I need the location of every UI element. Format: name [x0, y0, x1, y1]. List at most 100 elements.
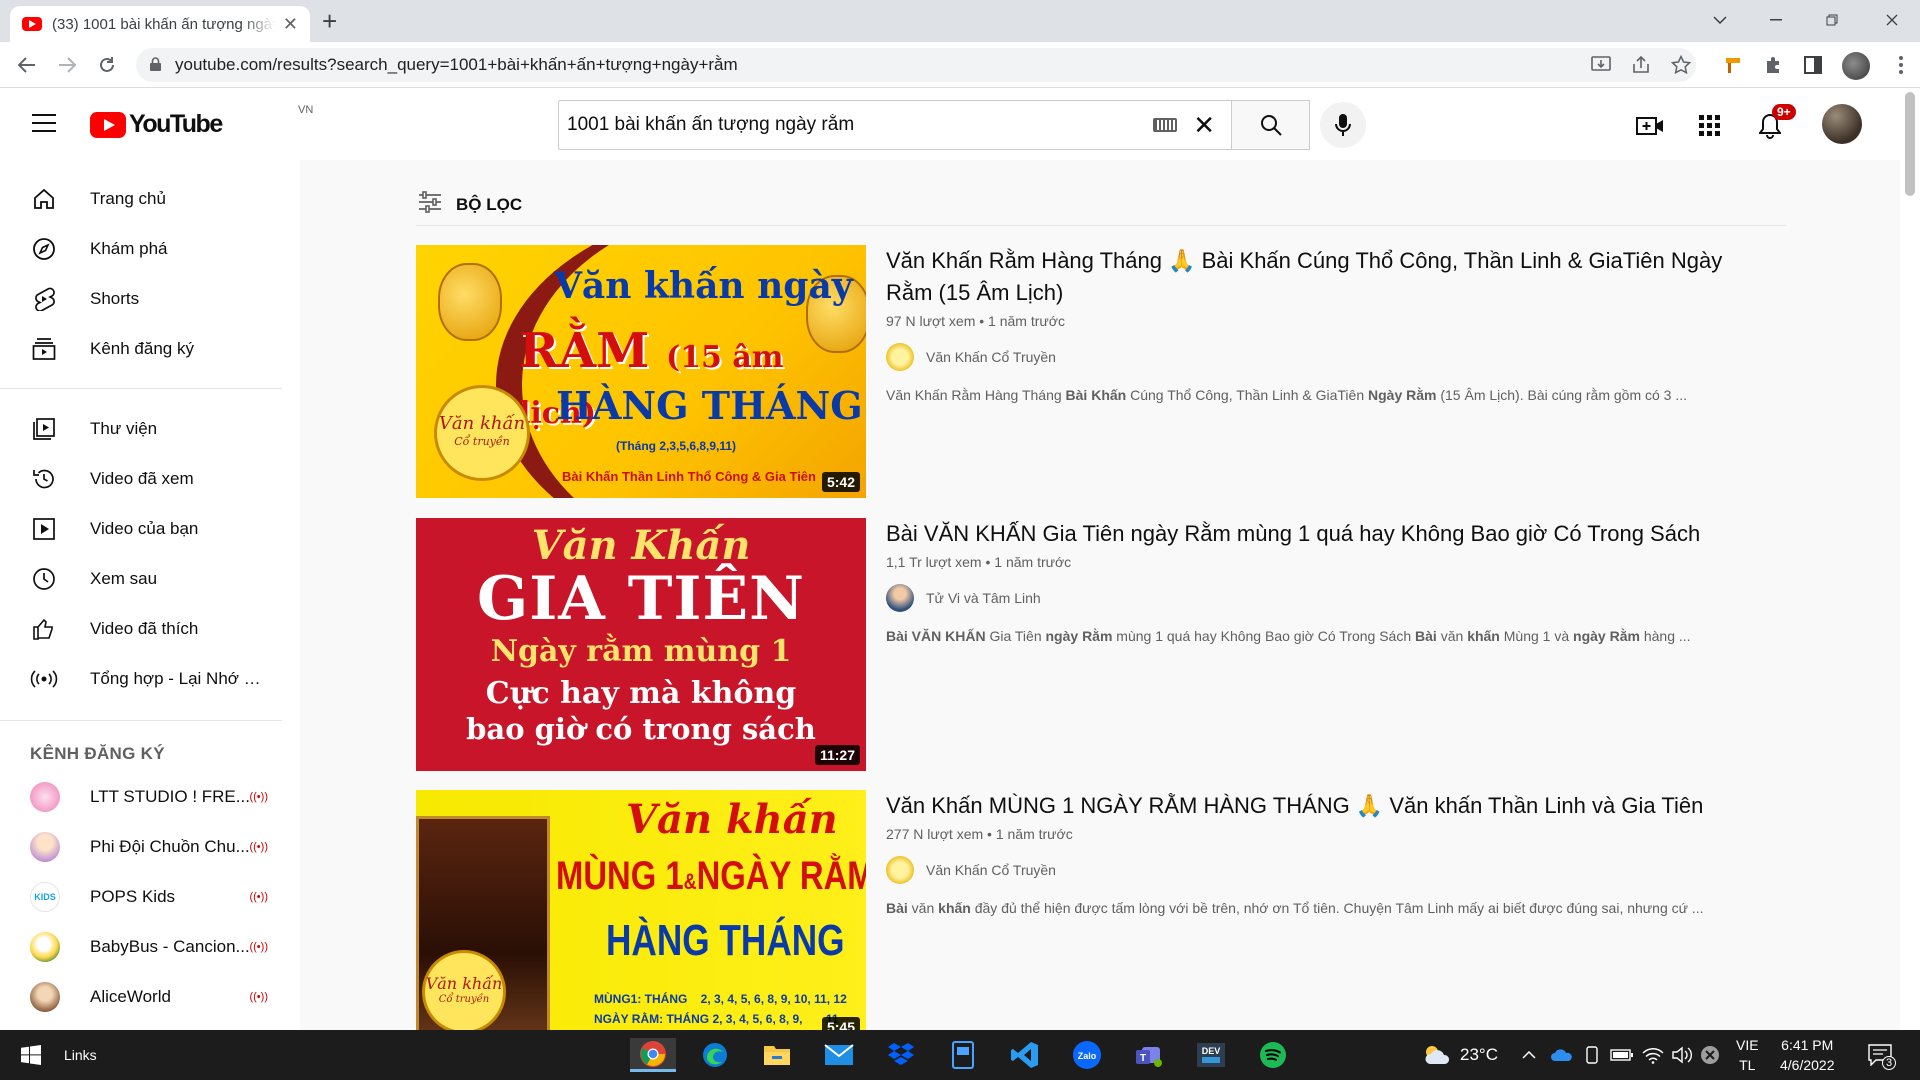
new-tab-button[interactable]: + — [322, 6, 337, 36]
sidebar-item-home[interactable]: Trang chủ — [0, 176, 290, 222]
bookmark-star-icon[interactable] — [1666, 50, 1696, 80]
video-title[interactable]: Bài VĂN KHẤN Gia Tiên ngày Rằm mùng 1 qu… — [886, 518, 1766, 550]
video-title[interactable]: Văn Khấn Rằm Hàng Tháng 🙏 Bài Khấn Cúng … — [886, 245, 1766, 309]
sidebar-subscription-channel[interactable]: Phi Đội Chuồn Chu... ((•)) — [0, 824, 290, 870]
sidebar-item-live-playlist[interactable]: Tổng hợp - Lại Nhớ N... — [0, 656, 290, 702]
windows-start-icon[interactable] — [8, 1038, 54, 1072]
sidebar-item-your-videos[interactable]: Video của bạn — [0, 506, 290, 552]
create-video-icon[interactable] — [1634, 110, 1666, 142]
video-duration: 5:42 — [821, 472, 860, 492]
onedrive-icon[interactable] — [1550, 1030, 1574, 1080]
voice-search-button[interactable] — [1320, 102, 1366, 148]
volume-icon[interactable] — [1672, 1030, 1694, 1080]
install-app-icon[interactable] — [1586, 50, 1616, 80]
channel-link[interactable]: Văn Khấn Cổ Truyền — [886, 856, 1766, 884]
sidebar-item-shorts[interactable]: Shorts — [0, 276, 290, 322]
browser-tab-youtube[interactable]: (33) 1001 bài khấn ấn tượng ngày rằm ✕ — [10, 6, 310, 42]
scrollbar-thumb[interactable] — [1905, 92, 1915, 196]
clear-search-icon[interactable]: ✕ — [1193, 112, 1215, 138]
extension-flag-icon[interactable] — [1718, 50, 1748, 80]
sidebar-item-watch-later[interactable]: Xem sau — [0, 556, 290, 602]
sidebar-subscription-channel[interactable]: BabyBus - Cancion... ((•)) — [0, 924, 290, 970]
apps-grid-icon[interactable] — [1694, 110, 1726, 142]
sidebar-item-history[interactable]: Video đã xem — [0, 456, 290, 502]
shorts-icon — [30, 285, 58, 313]
live-indicator-icon: ((•)) — [249, 791, 268, 803]
video-title[interactable]: Văn Khấn MÙNG 1 NGÀY RẰM HÀNG THÁNG 🙏 Vă… — [886, 790, 1766, 822]
channel-link[interactable]: Tử Vi và Tâm Linh — [886, 584, 1766, 612]
dev-app-icon[interactable]: DEV — [1188, 1038, 1234, 1072]
mail-icon[interactable] — [816, 1038, 862, 1072]
extensions-puzzle-icon[interactable] — [1758, 50, 1788, 80]
video-result[interactable]: Văn khấn ngày RẰM (15 âm lịch) HÀNG THÁN… — [416, 245, 1786, 499]
video-thumbnail[interactable]: Văn khấn Cổ truyền Văn khấn MÙNG 1&NGÀY … — [416, 790, 866, 1030]
sidebar-subscription-channel[interactable]: KIDS POPS Kids ((•)) — [0, 874, 290, 920]
sidebar-label: LTT STUDIO ! FRE... — [90, 787, 250, 806]
chrome-taskbar-icon[interactable] — [630, 1038, 676, 1072]
sidebar-label: BabyBus - Cancion... — [90, 937, 250, 956]
channel-avatar: KIDS — [30, 882, 60, 912]
spotify-icon[interactable] — [1250, 1038, 1296, 1072]
video-thumbnail[interactable]: Văn khấn ngày RẰM (15 âm lịch) HÀNG THÁN… — [416, 245, 866, 498]
search-input[interactable] — [567, 114, 1154, 136]
description-text: hàng ... — [1639, 628, 1691, 644]
highlighted-term: Ngày Rằm — [1368, 387, 1437, 403]
tab-search-chevron-icon[interactable] — [1692, 0, 1748, 40]
notifications-bell-icon[interactable]: 9+ — [1754, 104, 1796, 142]
video-duration: 5:45 — [821, 1017, 860, 1030]
share-icon[interactable] — [1626, 50, 1656, 80]
video-result[interactable]: Văn khấn Cổ truyền Văn khấn MÙNG 1&NGÀY … — [416, 790, 1786, 1030]
action-center-icon[interactable]: 3 — [1868, 1030, 1897, 1080]
disabled-status-icon[interactable] — [1700, 1030, 1720, 1080]
page-scrollbar[interactable] — [1900, 88, 1920, 1030]
thumbnail-text: Bài Khấn Thần Linh Thổ Công & Gia Tiên — [562, 469, 816, 484]
side-panel-icon[interactable] — [1798, 50, 1828, 80]
file-explorer-icon[interactable] — [754, 1038, 800, 1072]
sidebar-subscription-channel[interactable]: LTT STUDIO ! FRE... ((•)) — [0, 774, 290, 820]
keyboard-icon[interactable] — [1153, 118, 1178, 132]
video-result[interactable]: Văn Khấn GIA TIÊN Ngày rằm mùng 1 Cực ha… — [416, 518, 1786, 772]
sidebar-subscription-channel[interactable]: AliceWorld ((•)) — [0, 974, 290, 1020]
show-hidden-icons-chevron-icon[interactable] — [1522, 1030, 1536, 1080]
thumbnail-text: Văn Khấn — [531, 522, 751, 569]
edge-taskbar-icon[interactable] — [692, 1038, 738, 1072]
sidebar-item-subscriptions[interactable]: Kênh đăng ký — [0, 326, 290, 372]
sidebar-label: Video của bạn — [90, 519, 199, 538]
device-icon[interactable] — [1584, 1030, 1600, 1080]
minimize-window-icon[interactable] — [1748, 0, 1804, 40]
video-description: Bài VĂN KHẤN Gia Tiên ngày Rằm mùng 1 qu… — [886, 628, 1766, 644]
hamburger-menu-icon[interactable] — [32, 114, 56, 132]
forward-arrow-icon[interactable] — [52, 50, 82, 80]
app-taskbar-icon[interactable] — [940, 1038, 986, 1072]
vscode-icon[interactable] — [1002, 1038, 1048, 1072]
profile-avatar[interactable] — [1842, 52, 1870, 80]
sidebar-item-explore[interactable]: Khám phá — [0, 226, 290, 272]
channel-link[interactable]: Văn Khấn Cổ Truyền — [886, 343, 1766, 371]
thumbnail-text: Văn khấn — [626, 796, 838, 843]
restore-window-icon[interactable] — [1804, 0, 1860, 40]
teams-icon[interactable]: T — [1126, 1038, 1172, 1072]
sidebar-item-liked-videos[interactable]: Video đã thích — [0, 606, 290, 652]
system-clock[interactable]: 6:41 PM 4/6/2022 — [1780, 1030, 1835, 1080]
weather-cloud-sun-icon — [1425, 1046, 1450, 1064]
battery-icon[interactable] — [1610, 1030, 1634, 1080]
tab-close-icon[interactable]: ✕ — [283, 14, 298, 35]
back-arrow-icon[interactable] — [12, 50, 42, 80]
filter-button[interactable]: BỘ LỌC — [416, 184, 1786, 226]
dropbox-icon[interactable] — [878, 1038, 924, 1072]
chrome-menu-icon[interactable] — [1886, 50, 1916, 80]
wifi-icon[interactable] — [1642, 1030, 1664, 1080]
links-toolbar[interactable]: Links — [64, 1030, 97, 1080]
close-window-icon[interactable] — [1864, 0, 1920, 40]
reload-icon[interactable] — [92, 50, 122, 80]
sidebar-item-library[interactable]: Thư viện — [0, 406, 290, 452]
weather-widget[interactable]: 23°C — [1422, 1030, 1498, 1080]
video-thumbnail[interactable]: Văn Khấn GIA TIÊN Ngày rằm mùng 1 Cực ha… — [416, 518, 866, 771]
youtube-logo[interactable]: YouTube VN — [90, 104, 313, 139]
zalo-icon[interactable]: Zalo — [1064, 1038, 1110, 1072]
search-button[interactable] — [1232, 100, 1310, 150]
input-language[interactable]: VIE TL — [1736, 1030, 1759, 1080]
like-icon — [30, 615, 58, 643]
account-avatar[interactable] — [1822, 104, 1862, 144]
address-bar[interactable]: youtube.com/results?search_query=1001+bà… — [136, 48, 1696, 82]
